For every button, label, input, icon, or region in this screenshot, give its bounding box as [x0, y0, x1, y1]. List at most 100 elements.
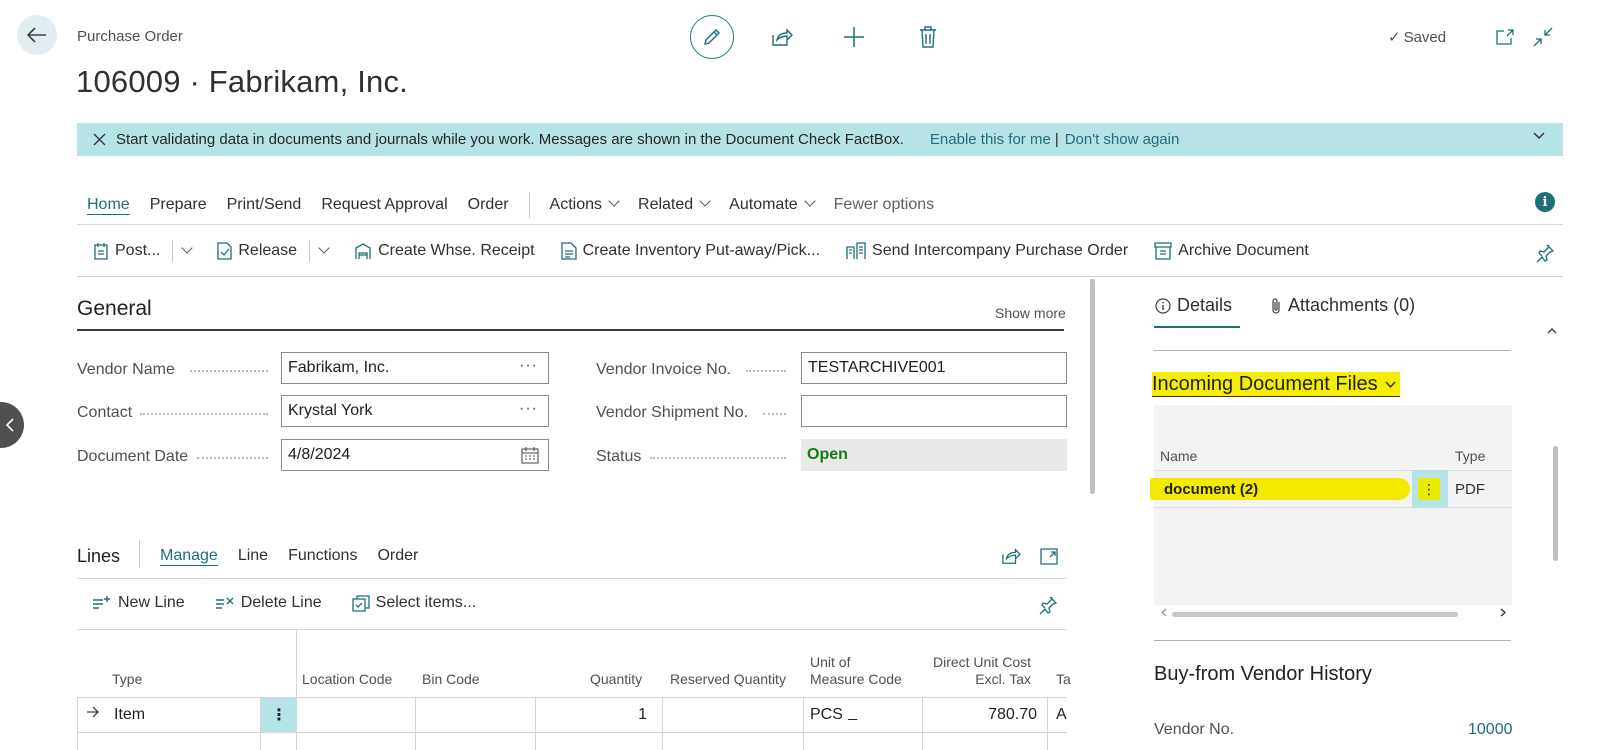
new-line-icon [93, 596, 110, 609]
create-whse-receipt-label: Create Whse. Receipt [378, 242, 535, 259]
lines-tab-line[interactable]: Line [238, 547, 268, 565]
select-items-button[interactable]: Select items... [352, 594, 476, 612]
menu-prepare[interactable]: Prepare [150, 196, 207, 214]
menu-home[interactable]: Home [87, 196, 130, 214]
menu-actions[interactable]: Actions [550, 196, 618, 214]
tab-details[interactable]: Details [1155, 295, 1232, 316]
post-button[interactable]: Post... [93, 242, 160, 260]
lines-share-button[interactable] [1000, 546, 1022, 566]
pencil-icon [702, 27, 722, 47]
vendor-no-value[interactable]: 10000 [1468, 721, 1513, 739]
send-intercompany-button[interactable]: Send Intercompany Purchase Order [846, 242, 1128, 260]
menu-fewer-options[interactable]: Fewer options [834, 196, 935, 214]
lines-divider [139, 540, 140, 568]
edit-button[interactable] [690, 15, 734, 59]
incoming-document-files-title[interactable]: Incoming Document Files [1152, 372, 1401, 397]
trash-icon [919, 26, 937, 48]
table-row[interactable]: Item ⋮ 1 _ PCS 780.70 A [77, 698, 1067, 732]
archive-document-button[interactable]: Archive Document [1154, 242, 1309, 260]
cell-tax[interactable]: A [1056, 706, 1067, 724]
cell-direct-unit-cost[interactable]: 780.70 [937, 706, 1037, 724]
tab-attachments[interactable]: Attachments (0) [1270, 295, 1415, 316]
release-label: Release [238, 242, 298, 259]
col-tax[interactable]: Ta [1056, 671, 1071, 688]
row-kebab-button[interactable]: ⋮ [261, 698, 297, 732]
close-icon[interactable] [93, 133, 106, 146]
menu-order[interactable]: Order [468, 196, 509, 214]
factbox-scrollbar[interactable] [1553, 446, 1558, 561]
calendar-icon[interactable] [521, 447, 539, 464]
vendor-invoice-field[interactable]: TESTARCHIVE001 [801, 352, 1067, 384]
document-date-field[interactable]: 4/8/2024 [281, 439, 549, 471]
col-cost-line2[interactable]: Excl. Tax [931, 671, 1031, 688]
lines-expand-button[interactable] [1038, 546, 1060, 566]
chevron-down-icon[interactable] [1533, 132, 1545, 140]
chevron-right-icon[interactable] [1500, 608, 1506, 617]
lookup-ellipsis-icon[interactable]: ··· [519, 400, 538, 418]
delete-line-button[interactable]: Delete Line [215, 594, 322, 612]
back-arrow-icon [27, 27, 47, 43]
main-scrollbar[interactable] [1090, 279, 1095, 494]
tab-details-label: Details [1177, 295, 1233, 315]
lines-tab-manage[interactable]: Manage [160, 547, 218, 565]
cell-type[interactable]: Item [114, 706, 145, 724]
menu-automate[interactable]: Automate [729, 196, 813, 214]
menu-request-approval[interactable]: Request Approval [321, 196, 447, 214]
new-line-button[interactable]: New Line [92, 594, 185, 612]
lines-pin-button[interactable] [1037, 594, 1059, 616]
release-button[interactable]: Release [217, 242, 297, 260]
post-dropdown[interactable] [172, 240, 194, 262]
lines-tab-functions[interactable]: Functions [288, 547, 357, 565]
file-kebab-highlight[interactable]: ⋮ [1418, 478, 1440, 500]
lines-tab-order[interactable]: Order [377, 547, 418, 565]
col-type[interactable]: Type [112, 671, 142, 688]
release-dropdown[interactable] [309, 240, 330, 262]
contact-field[interactable]: Krystal York ··· [281, 395, 549, 427]
collapse-button[interactable] [1532, 26, 1554, 48]
menu-related[interactable]: Related [638, 196, 709, 214]
menu-print-send[interactable]: Print/Send [227, 196, 302, 214]
enable-link[interactable]: Enable this for me [930, 131, 1051, 148]
lookup-ellipsis-icon[interactable]: ··· [519, 357, 538, 375]
col-reserved-quantity[interactable]: Reserved Quantity [670, 671, 786, 688]
show-more-link[interactable]: Show more [995, 305, 1066, 321]
files-horizontal-scrollbar[interactable] [1172, 612, 1458, 617]
col-bin-code[interactable]: Bin Code [422, 671, 480, 688]
back-button[interactable] [17, 15, 57, 55]
chevron-left-icon[interactable] [1161, 608, 1167, 617]
document-date-label: Document Date [77, 448, 189, 465]
buy-from-vendor-history-title[interactable]: Buy-from Vendor History [1154, 663, 1372, 686]
cell-uom[interactable]: PCS [810, 706, 843, 724]
navigation-toggle-button[interactable] [0, 402, 24, 448]
create-whse-receipt-button[interactable]: Create Whse. Receipt [354, 242, 535, 260]
vendor-shipment-label: Vendor Shipment No. [596, 404, 749, 421]
share-icon [1001, 547, 1021, 565]
col-quantity[interactable]: Quantity [590, 671, 642, 688]
file-name[interactable]: document (2) [1164, 481, 1258, 498]
chevron-up-icon[interactable] [1547, 327, 1557, 334]
expand-icon [1040, 547, 1058, 565]
cell-quantity[interactable]: 1 [547, 706, 647, 724]
share-button[interactable] [768, 23, 796, 51]
leader-dots [140, 413, 268, 415]
release-icon [217, 242, 233, 260]
col-file-type[interactable]: Type [1455, 448, 1485, 464]
col-uom-line2[interactable]: Measure Code [810, 671, 902, 688]
create-inventory-button[interactable]: Create Inventory Put-away/Pick... [560, 242, 820, 260]
banner-message: Start validating data in documents and j… [116, 131, 904, 148]
info-icon[interactable]: i [1535, 192, 1555, 212]
vendor-shipment-field[interactable] [801, 395, 1067, 427]
col-cost-line1[interactable]: Direct Unit Cost [931, 654, 1031, 671]
new-button[interactable] [840, 23, 868, 51]
open-new-window-button[interactable] [1494, 26, 1516, 48]
delete-button[interactable] [914, 23, 942, 51]
col-name[interactable]: Name [1160, 448, 1197, 464]
pin-button[interactable] [1534, 242, 1556, 264]
open-new-window-icon [1495, 28, 1515, 46]
col-location-code[interactable]: Location Code [302, 671, 392, 688]
factbox-rule [1154, 350, 1511, 351]
lines-tabs: Manage Line Functions Order [160, 547, 438, 565]
dont-show-again-link[interactable]: Don't show again [1065, 131, 1180, 148]
col-uom-line1[interactable]: Unit of [810, 654, 850, 671]
vendor-name-field[interactable]: Fabrikam, Inc. ··· [281, 352, 549, 384]
